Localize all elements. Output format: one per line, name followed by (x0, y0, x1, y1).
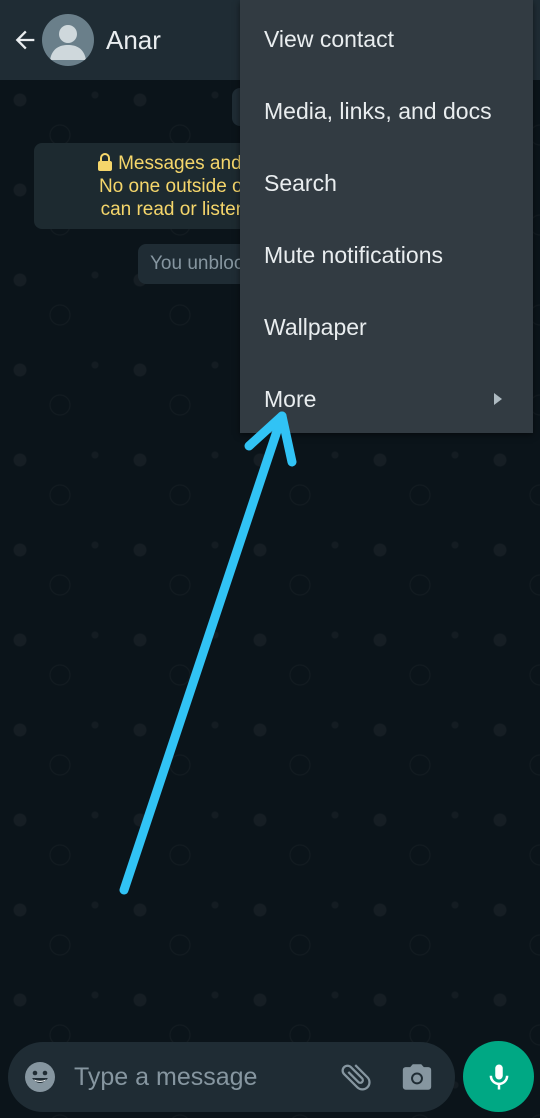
message-composer (8, 1042, 455, 1112)
menu-item-search[interactable]: Search (240, 147, 533, 219)
menu-item-media-links-docs[interactable]: Media, links, and docs (240, 75, 533, 147)
arrow-left-icon (15, 30, 35, 50)
microphone-icon (489, 1064, 508, 1089)
menu-item-wallpaper[interactable]: Wallpaper (240, 291, 533, 363)
contact-name[interactable]: Anar (106, 25, 161, 56)
triangle-right-icon (494, 393, 502, 405)
menu-item-more[interactable]: More (240, 363, 533, 435)
lock-icon (97, 153, 112, 171)
message-input[interactable] (72, 1061, 316, 1093)
overflow-menu: View contact Media, links, and docs Sear… (240, 0, 533, 433)
menu-item-mute-notifications[interactable]: Mute notifications (240, 219, 533, 291)
back-button[interactable] (8, 23, 42, 57)
avatar[interactable] (42, 14, 94, 66)
default-avatar-icon (50, 25, 86, 60)
emoji-icon[interactable] (24, 1061, 56, 1093)
camera-icon[interactable] (400, 1060, 434, 1094)
voice-message-button[interactable] (463, 1041, 534, 1112)
menu-item-view-contact[interactable]: View contact (240, 3, 533, 75)
paperclip-icon[interactable] (338, 1059, 374, 1095)
